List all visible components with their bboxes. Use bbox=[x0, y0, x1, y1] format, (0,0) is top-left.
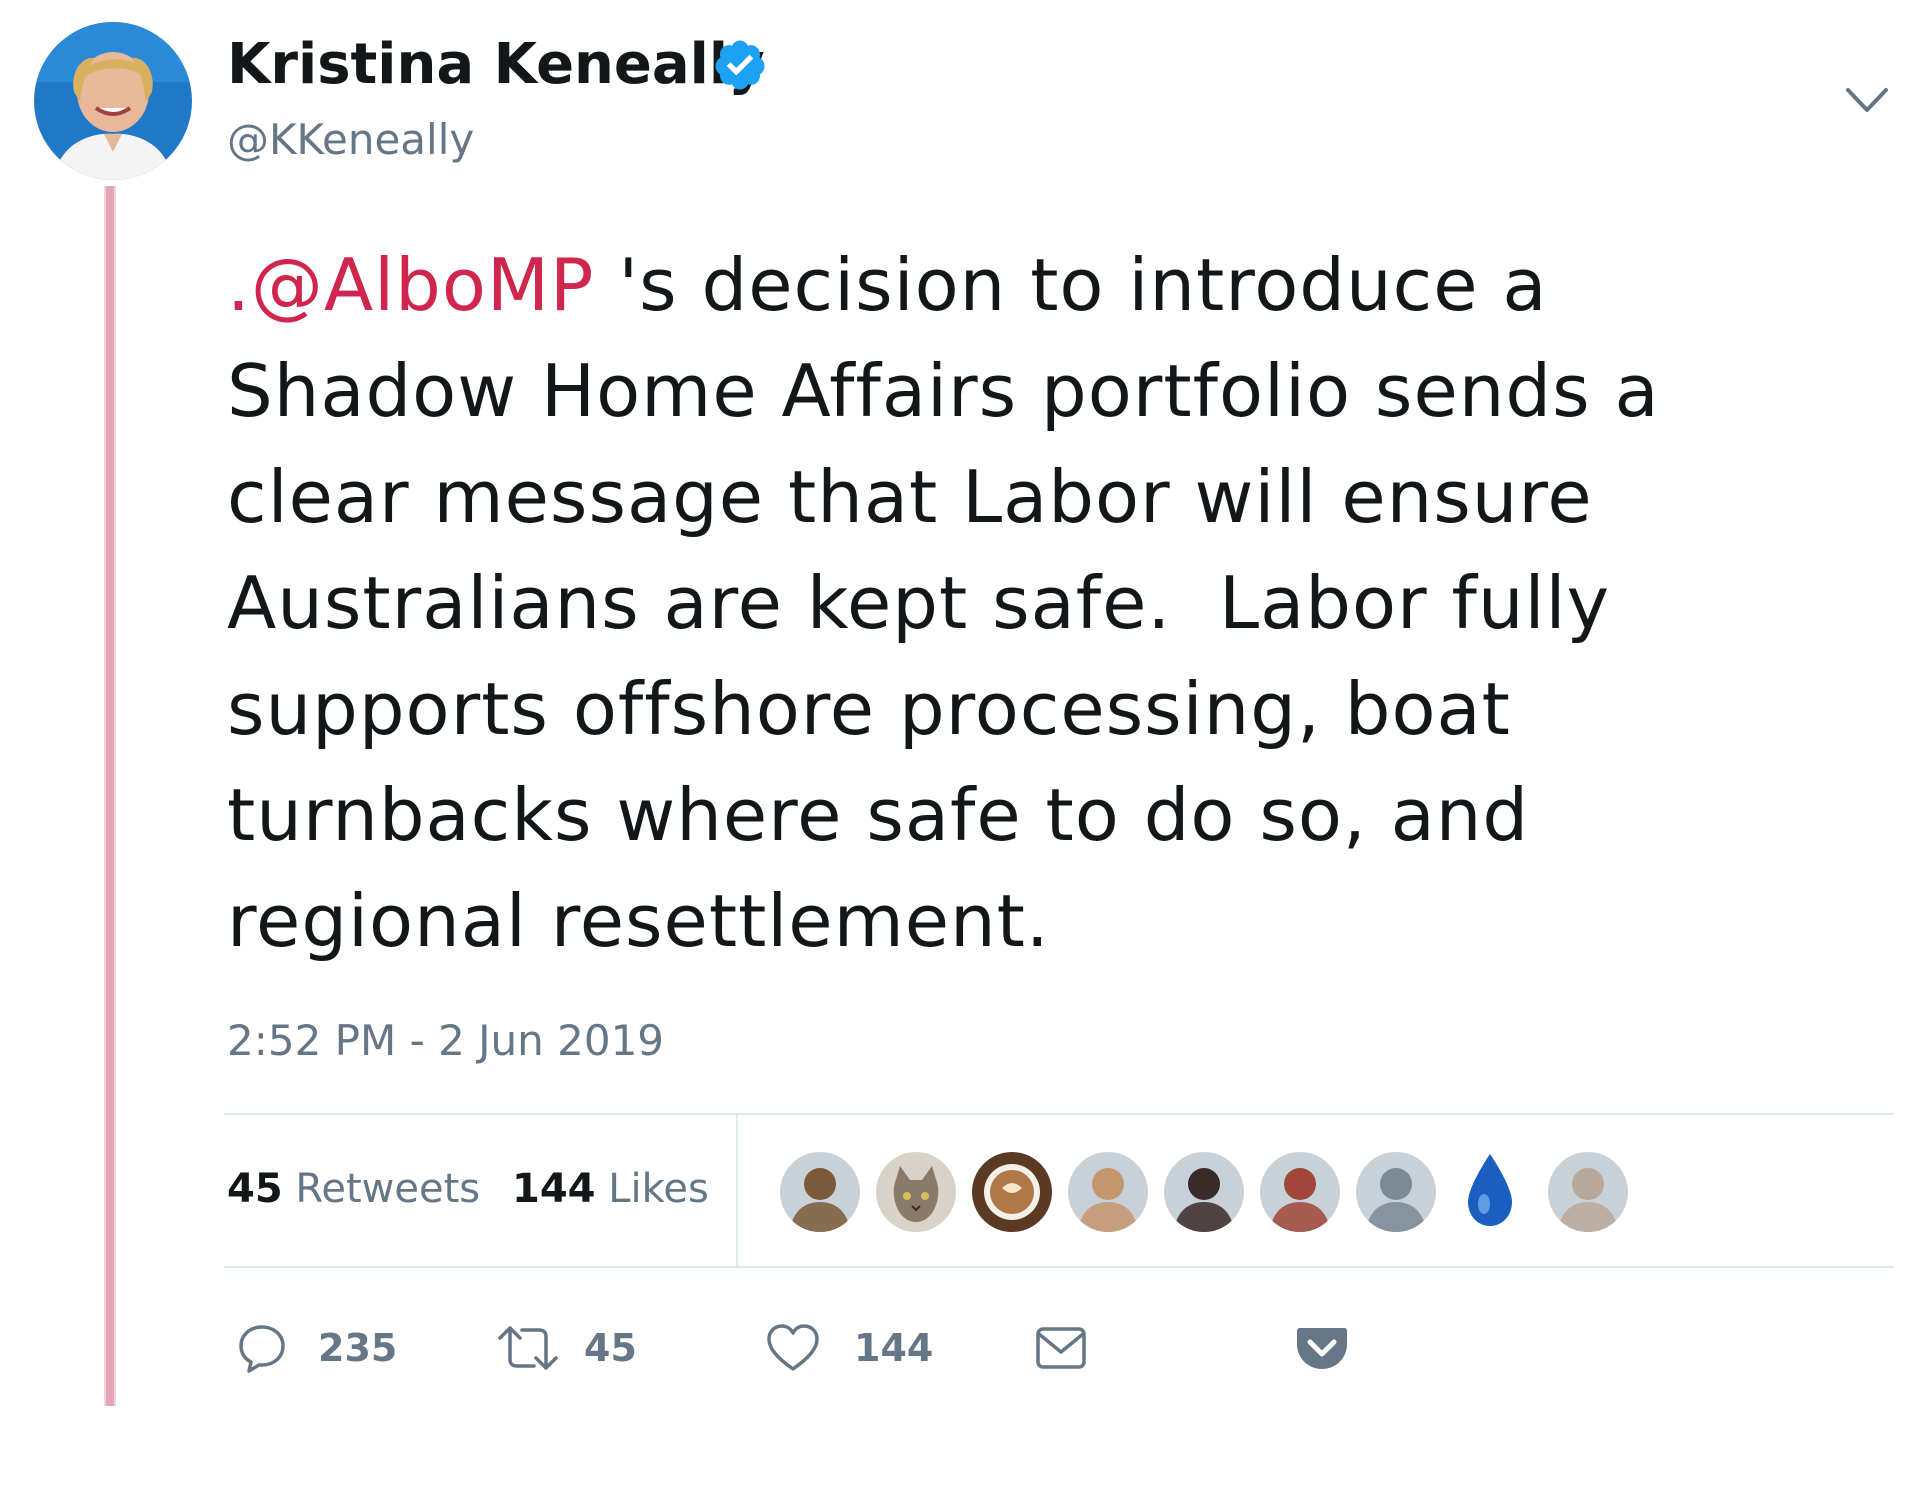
tweet-text-line: 's decision to introduce a bbox=[594, 243, 1548, 327]
tweet-text-line: clear message that Labor will ensure bbox=[227, 455, 1593, 539]
mention-link[interactable]: .@AlboMP bbox=[227, 243, 594, 327]
liker-avatar[interactable] bbox=[1546, 1150, 1630, 1234]
stats-divider-top bbox=[224, 1113, 1894, 1115]
tweet-text-line: Shadow Home Affairs portfolio sends a bbox=[227, 349, 1660, 433]
reply-button[interactable]: 235 bbox=[236, 1318, 397, 1378]
author-handle[interactable]: @KKeneally bbox=[227, 114, 474, 166]
like-count: 144 bbox=[854, 1326, 934, 1370]
liker-avatar[interactable] bbox=[1258, 1150, 1342, 1234]
liker-avatar[interactable] bbox=[1162, 1150, 1246, 1234]
water-drop-avatar-icon bbox=[1450, 1150, 1530, 1230]
tweet-text-line: regional resettlement. bbox=[227, 879, 1050, 963]
verified-badge-icon bbox=[715, 40, 765, 90]
user-avatar-icon bbox=[1548, 1152, 1628, 1232]
coffee-avatar-icon bbox=[972, 1152, 1052, 1232]
reply-count: 235 bbox=[318, 1326, 398, 1370]
like-button[interactable]: 144 bbox=[766, 1318, 933, 1378]
liker-avatar[interactable] bbox=[874, 1150, 958, 1234]
retweets-stat[interactable]: 45 Retweets bbox=[227, 1163, 480, 1215]
user-avatar-icon bbox=[1356, 1152, 1436, 1232]
retweet-icon bbox=[498, 1326, 558, 1370]
user-avatar-icon bbox=[1068, 1152, 1148, 1232]
tweet-text-line: supports offshore processing, boat bbox=[227, 667, 1511, 751]
retweet-count: 45 bbox=[584, 1326, 637, 1370]
retweets-count: 45 bbox=[227, 1166, 283, 1212]
likes-label: Likes bbox=[595, 1166, 709, 1212]
pocket-save-button[interactable] bbox=[1296, 1318, 1348, 1378]
pocket-icon bbox=[1297, 1328, 1347, 1369]
likes-stat[interactable]: 144 Likes bbox=[512, 1163, 709, 1215]
author-display-name[interactable]: Kristina Keneally bbox=[227, 32, 765, 98]
tweet-card: Kristina Keneally @KKeneally .@AlboMP 's… bbox=[0, 0, 1920, 1488]
tweet-text: .@AlboMP 's decision to introduce a Shad… bbox=[227, 232, 1847, 974]
stats-separator bbox=[736, 1115, 738, 1267]
envelope-icon bbox=[1036, 1327, 1086, 1369]
liker-avatar[interactable] bbox=[1354, 1150, 1438, 1234]
chevron-down-icon[interactable] bbox=[1844, 80, 1890, 120]
tweet-text-line: turnbacks where safe to do so, and bbox=[227, 773, 1530, 857]
liker-avatar[interactable] bbox=[970, 1150, 1054, 1234]
user-avatar-icon bbox=[1260, 1152, 1340, 1232]
liker-avatar[interactable] bbox=[778, 1150, 862, 1234]
tweet-timestamp[interactable]: 2:52 PM - 2 Jun 2019 bbox=[227, 1015, 664, 1067]
author-avatar[interactable] bbox=[34, 22, 192, 180]
liker-avatar[interactable] bbox=[1066, 1150, 1150, 1234]
direct-message-button[interactable] bbox=[1035, 1318, 1087, 1378]
likes-count: 144 bbox=[512, 1166, 596, 1212]
liker-avatar[interactable] bbox=[1450, 1150, 1530, 1230]
retweets-label: Retweets bbox=[282, 1166, 481, 1212]
retweet-button[interactable]: 45 bbox=[496, 1318, 637, 1378]
stats-divider-bottom bbox=[224, 1266, 1894, 1268]
profile-photo-icon bbox=[34, 22, 192, 180]
user-avatar-icon bbox=[780, 1152, 860, 1232]
heart-icon bbox=[767, 1324, 819, 1371]
user-avatar-icon bbox=[1164, 1152, 1244, 1232]
thread-line bbox=[104, 186, 116, 1406]
reply-icon bbox=[239, 1325, 285, 1373]
tweet-text-line: Australians are kept safe. Labor fully bbox=[227, 561, 1611, 645]
cat-avatar-icon bbox=[876, 1152, 956, 1232]
